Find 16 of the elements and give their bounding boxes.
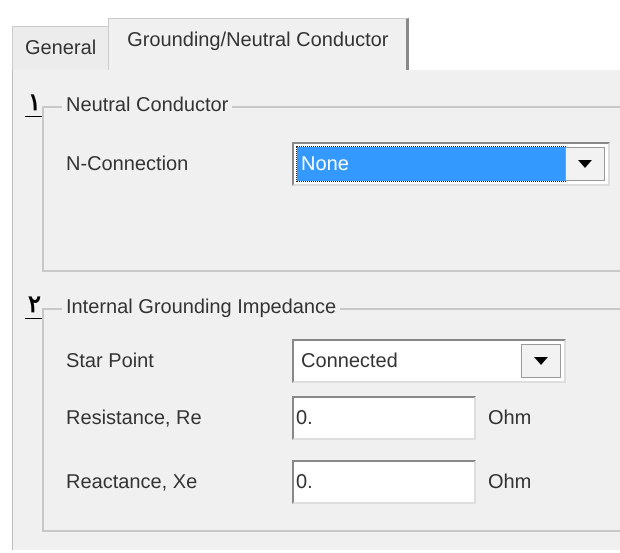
field-label: Star Point	[66, 350, 155, 372]
callout-number: ۱	[25, 90, 44, 117]
unit-label: Ohm	[488, 470, 532, 494]
group-title: Internal Grounding Impedance	[62, 296, 340, 319]
unit-label: Ohm	[488, 406, 532, 430]
dropdown-value: None	[297, 147, 565, 181]
field-label: Resistance, Re	[66, 406, 203, 430]
dropdown-value: Connected	[300, 348, 399, 374]
dropdown[interactable]: Connected	[292, 339, 566, 383]
callout-number: ۲	[25, 292, 44, 319]
tab[interactable]: General	[12, 26, 110, 70]
input-field[interactable]: 0.	[292, 460, 476, 504]
field-label: N-Connection	[66, 152, 190, 176]
input-field[interactable]: 0.	[292, 396, 476, 440]
field-label: Reactance, Xe	[66, 470, 198, 494]
tab[interactable]: Grounding/Neutral Conductor	[108, 18, 410, 70]
